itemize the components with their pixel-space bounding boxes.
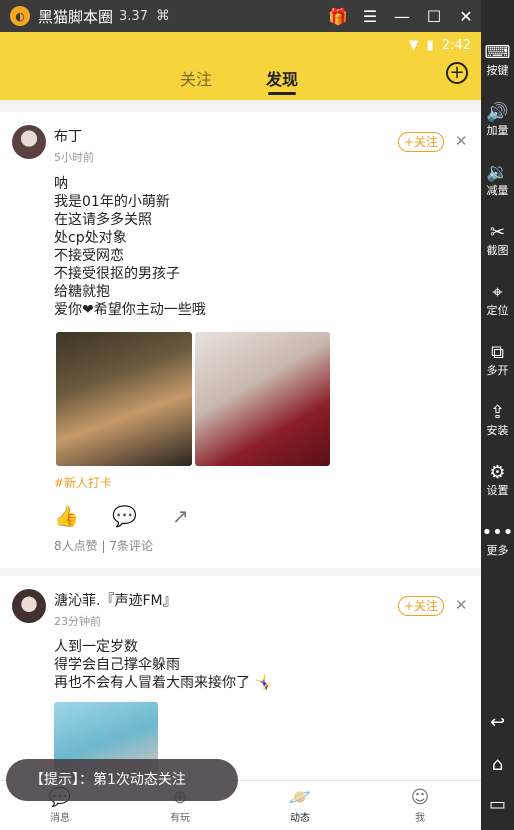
like-icon[interactable]: 👍: [54, 504, 79, 528]
nav-feed[interactable]: 🪐 动态: [270, 787, 330, 824]
close-window-button[interactable]: ✕: [450, 7, 482, 26]
minimize-button[interactable]: —: [386, 7, 418, 26]
avatar[interactable]: [12, 589, 46, 623]
post-photo[interactable]: [195, 332, 330, 466]
app-version: 3.37: [119, 8, 148, 24]
post-tag[interactable]: #新人打卡: [54, 474, 112, 491]
post-text: 呐 我是01年的小萌新 在这请多多关照 处cp处对象 不接受网恋 不接受很抠的男…: [54, 176, 206, 318]
stats-separator: |: [101, 539, 106, 553]
post-divider: [0, 568, 481, 576]
sidebar-item-keys[interactable]: ⌨ 按键: [481, 42, 514, 78]
status-time: 2:42: [441, 37, 471, 53]
multi-window-icon: ⧉: [491, 342, 504, 363]
comment-icon[interactable]: 💬: [112, 504, 137, 528]
scissors-icon: ✂: [489, 222, 506, 243]
emulator-titlebar: ◐ 黑猫脚本圈 3.37 ⌘ 🎁 ☰ — ☐ ✕ «: [0, 0, 514, 32]
follow-button[interactable]: +关注: [398, 132, 444, 152]
sidebar-item-settings[interactable]: ⚙ 设置: [481, 462, 514, 498]
home-button[interactable]: ⌂: [481, 754, 514, 776]
comment-count: 7条评论: [109, 539, 153, 553]
menu-icon[interactable]: ☰: [354, 7, 386, 26]
more-dots-icon: •••: [481, 522, 514, 543]
app-header: 关注 发现 +: [0, 58, 481, 100]
planet-icon: 🪐: [288, 787, 312, 808]
post-username[interactable]: 溏沁菲.『声迹FM』: [54, 590, 177, 610]
home-icon: ⌂: [491, 754, 504, 775]
maximize-button[interactable]: ☐: [418, 7, 450, 26]
post-card: 布丁 5小时前 +关注 ✕ 呐 我是01年的小萌新 在这请多多关照 处cp处对象…: [0, 112, 481, 568]
app-logo-icon: ◐: [10, 6, 30, 26]
like-count: 8人点赞: [54, 539, 98, 553]
toast-message: 【提示】：第1次动态关注: [6, 759, 238, 801]
smiley-icon: ☺: [410, 787, 430, 808]
avatar[interactable]: [12, 125, 46, 159]
recent-apps-icon: ▭: [488, 794, 506, 815]
android-status-bar: ▼ ▮ 2:42: [0, 32, 481, 58]
sidebar-item-screenshot[interactable]: ✂ 截图: [481, 222, 514, 258]
post-card: 溏沁菲.『声迹FM』 23分钟前 +关注 ✕ 人到一定岁数 得学会自己撑伞躲雨 …: [0, 576, 481, 782]
sidebar-item-more[interactable]: ••• 更多: [481, 522, 514, 558]
app-title: 黑猫脚本圈: [38, 7, 114, 26]
emulator-sidebar: ⌨ 按键 🔊 加量 🔉 减量 ✂ 截图 ⌖ 定位 ⧉ 多开 ⇪ 安装 ⚙ 设置 …: [481, 0, 514, 830]
sidebar-item-multi-instance[interactable]: ⧉ 多开: [481, 342, 514, 378]
apk-install-icon: ⇪: [489, 402, 506, 423]
active-tab-indicator: [268, 92, 296, 95]
post-time: 23分钟前: [54, 615, 101, 628]
sidebar-item-volume-down[interactable]: 🔉 减量: [481, 162, 514, 198]
volume-up-icon: 🔊: [486, 102, 509, 123]
gamepad-icon[interactable]: ⌘: [156, 8, 170, 24]
location-pin-icon: ⌖: [492, 282, 503, 303]
post-username[interactable]: 布丁: [54, 126, 82, 146]
recent-apps-button[interactable]: ▭: [481, 794, 514, 816]
battery-icon: ▮: [426, 37, 434, 53]
close-icon[interactable]: ✕: [455, 132, 468, 150]
sidebar-item-location[interactable]: ⌖ 定位: [481, 282, 514, 318]
app-screen: ▼ ▮ 2:42 关注 发现 + 布丁 5小时前 +关注 ✕ 呐 我是01年的小…: [0, 32, 481, 830]
post-time: 5小时前: [54, 151, 94, 164]
tab-discover[interactable]: 发现: [266, 66, 298, 90]
add-post-icon[interactable]: +: [446, 62, 468, 84]
back-icon: ↩: [489, 712, 506, 733]
close-icon[interactable]: ✕: [455, 596, 468, 614]
post-stats: 8人点赞 | 7条评论: [54, 537, 153, 554]
keyboard-icon: ⌨: [484, 42, 511, 63]
sidebar-item-volume-up[interactable]: 🔊 加量: [481, 102, 514, 138]
back-button[interactable]: ↩: [481, 712, 514, 734]
gear-icon: ⚙: [489, 462, 506, 483]
volume-down-icon: 🔉: [486, 162, 509, 183]
wifi-icon: ▼: [408, 37, 419, 53]
follow-button[interactable]: +关注: [398, 596, 444, 616]
share-icon[interactable]: ↗: [172, 504, 189, 528]
tab-follow[interactable]: 关注: [180, 66, 212, 90]
sidebar-item-install[interactable]: ⇪ 安装: [481, 402, 514, 438]
post-photo[interactable]: [56, 332, 192, 466]
gift-icon[interactable]: 🎁: [322, 7, 354, 26]
post-text: 人到一定岁数 得学会自己撑伞躲雨 再也不会有人冒着大雨来接你了 🤸‍♀️: [54, 639, 272, 691]
nav-me[interactable]: ☺ 我: [390, 787, 450, 824]
